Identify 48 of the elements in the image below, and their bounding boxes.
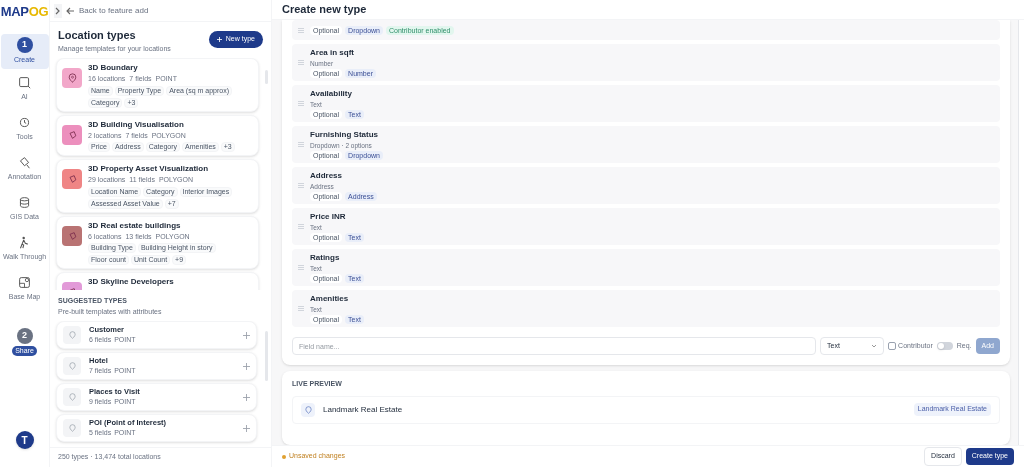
type-name: 3D Boundary [88, 62, 139, 74]
back-arrow-icon[interactable] [66, 6, 75, 15]
type-name: 3D Property Asset Visualization [88, 163, 210, 175]
chevron-right-icon[interactable] [54, 3, 62, 18]
field-name: Area in sqft [310, 46, 355, 59]
field-name: Price INR [310, 210, 347, 223]
pin-icon [63, 388, 81, 406]
drag-handle-icon[interactable] [298, 265, 304, 270]
pin-icon [63, 326, 81, 344]
step-number: 2 [16, 327, 33, 344]
drag-handle-icon[interactable] [298, 142, 304, 147]
pin-icon [63, 419, 81, 437]
add-icon[interactable] [243, 393, 250, 401]
database-icon [18, 196, 31, 210]
drag-handle-icon[interactable] [298, 224, 304, 229]
walking-person-icon [18, 236, 31, 250]
drag-handle-icon[interactable] [298, 101, 304, 106]
chevron-down-icon [871, 344, 878, 348]
drag-handle-icon[interactable] [298, 60, 304, 65]
add-icon[interactable] [243, 331, 250, 339]
panel-title: Location types [58, 28, 137, 43]
add-icon[interactable] [243, 424, 250, 432]
pin-icon [63, 357, 81, 375]
contributor-checkbox[interactable] [888, 342, 897, 350]
location-type-card[interactable]: 3D Skyline Developers [56, 272, 259, 290]
field-name: Ratings [310, 251, 341, 264]
drag-handle-icon[interactable] [298, 183, 304, 188]
field-name: Availability [310, 87, 353, 100]
required-toggle[interactable] [936, 342, 953, 350]
logo: MAPOG [0, 3, 49, 22]
plus-icon [216, 36, 222, 42]
page-title: Create new type [272, 0, 1024, 20]
drag-handle-icon[interactable] [298, 27, 304, 33]
drag-handle-icon[interactable] [298, 306, 304, 311]
field-name: Amenities [310, 292, 350, 305]
back-link[interactable]: Back to feature add [79, 4, 149, 17]
step-number: 1 [16, 37, 33, 53]
pin-icon [301, 402, 315, 417]
avatar[interactable]: T [15, 431, 34, 449]
add-icon[interactable] [243, 362, 250, 370]
field-name: Furnishing Status [310, 128, 379, 141]
field-name: Address [310, 169, 343, 182]
map-layers-icon [18, 276, 31, 290]
preview-name: Landmark Real Estate [323, 403, 404, 416]
clock-icon [18, 116, 31, 130]
type-name: 3D Building Visualisation [88, 118, 185, 131]
type-name: 3D Real estate buildings [88, 219, 182, 232]
type-name: 3D Skyline Developers [88, 276, 174, 288]
